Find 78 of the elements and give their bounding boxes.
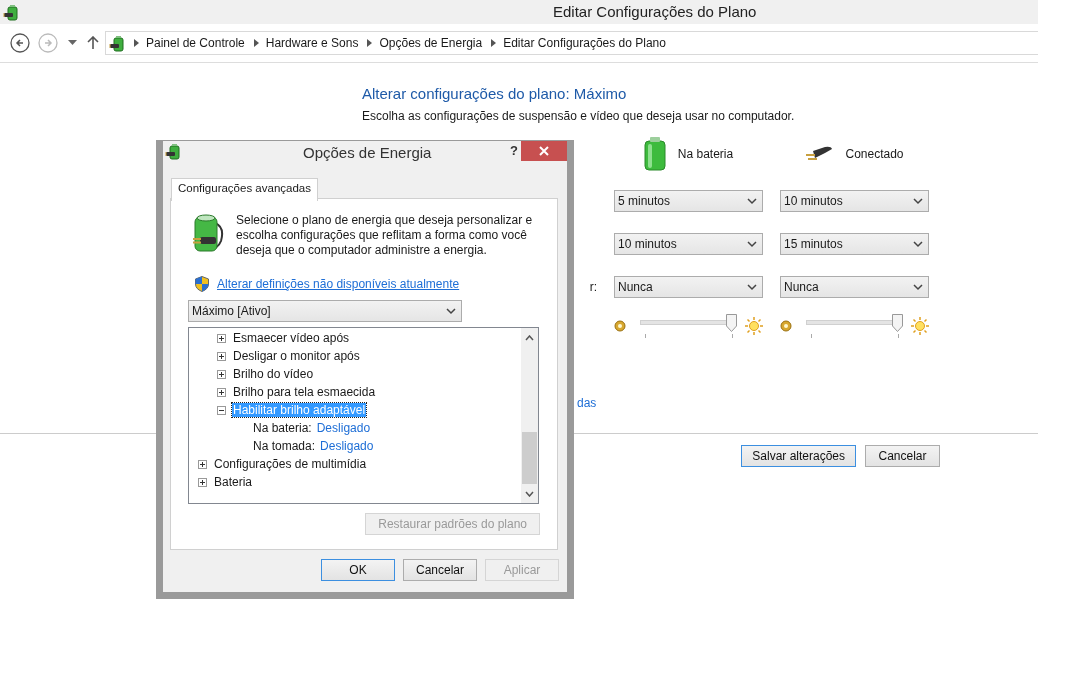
expand-icon[interactable] [217,369,226,379]
slider-thumb[interactable] [892,314,903,332]
advanced-settings-link[interactable]: das [577,396,597,410]
button[interactable]: Cancelar [865,445,940,467]
back-button-icon[interactable] [10,33,30,53]
slider-thumb[interactable] [726,314,737,332]
button[interactable]: OK [321,559,395,581]
power-plan-icon [165,143,181,160]
plan-dropdown[interactable]: Máximo [Ativo] [188,300,462,322]
chevron-down-icon [913,283,923,291]
caret-icon[interactable] [68,40,77,46]
tree-item[interactable]: Desligar o monitor após [232,349,361,363]
power-plan-icon [3,3,19,21]
chevron-down-icon [913,240,923,248]
column-label: Conectado [845,147,904,161]
breadcrumb-item[interactable]: Opções de Energia [379,36,483,50]
column-label: Na bateria [677,147,734,161]
button[interactable]: Cancelar [403,559,477,581]
chevron-icon [253,39,259,47]
breadcrumb-item[interactable]: Painel de Controle [146,36,245,50]
scroll-down-icon[interactable] [525,491,534,497]
tree-item[interactable]: Brilho do vídeo [232,367,315,381]
page-subtitle: Escolha as configurações de suspensão e vídeo que deseja usar no computador. [362,109,796,123]
expand-icon[interactable] [198,459,207,469]
battery-plug-icon [191,213,225,255]
battery-icon [643,137,666,171]
scrollbar-thumb[interactable] [522,432,537,484]
dim-brightness-icon [614,320,626,332]
expand-icon[interactable] [198,477,207,487]
row-label: r: [589,280,597,294]
button[interactable]: Salvar alterações [741,445,856,467]
dropdown[interactable]: 10 minutos [614,233,763,255]
scrollbar[interactable] [521,328,538,503]
chevron-icon [491,39,497,47]
chevron-down-icon [747,240,757,248]
dialog-title: Opções de Energia [303,144,432,161]
help-button[interactable]: ? [506,141,522,159]
chevron-down-icon [446,307,456,315]
tree-item[interactable]: Esmaecer vídeo após [232,331,351,345]
shield-icon [195,276,209,292]
breadcrumb-item[interactable]: Hardware e Sons [265,36,359,50]
setting-value[interactable]: Desligado [316,421,371,435]
setting-label: Na tomada: [253,439,316,453]
tree-item[interactable]: Brilho para tela esmaecida [232,385,377,399]
dropdown[interactable]: Nunca [614,276,763,298]
dim-brightness-icon [780,320,792,332]
tab[interactable]: Configurações avançadas [171,178,318,201]
chevron-down-icon [913,197,923,205]
up-arrow-icon[interactable] [87,36,99,50]
address-bar[interactable]: Painel de Controle Hardware e Sons Opções de Energia Editar Configurações do Plano [105,31,1038,55]
bright-brightness-icon [911,317,929,335]
tree-item[interactable]: Bateria [213,475,254,489]
change-settings-link[interactable]: Alterar definições não disponíveis atualmente [217,277,460,291]
scroll-up-icon[interactable] [525,335,534,341]
power-plan-icon [109,34,125,52]
setting-value[interactable]: Desligado [320,439,374,453]
plug-icon [805,145,834,163]
close-icon [539,146,549,156]
window-title: Editar Configurações do Plano [553,3,757,20]
dropdown[interactable]: 15 minutos [780,233,929,255]
chevron-icon [134,39,139,47]
dropdown[interactable]: Nunca [780,276,929,298]
page-heading: Alterar configurações do plano: Máximo [362,85,628,104]
chevron-icon [367,39,373,47]
setting-label: Na bateria: [253,421,312,435]
close-button[interactable] [521,141,567,161]
chevron-down-icon [747,197,757,205]
expand-icon[interactable] [217,387,226,397]
expand-icon[interactable] [217,351,226,361]
collapse-icon[interactable] [217,405,226,415]
tree-item[interactable]: Configurações de multimídia [213,457,368,471]
dropdown[interactable]: 5 minutos [614,190,763,212]
bright-brightness-icon [745,317,763,335]
breadcrumb-item[interactable]: Editar Configurações do Plano [503,36,666,50]
dropdown[interactable]: 10 minutos [780,190,929,212]
expand-icon[interactable] [217,333,226,343]
description-text: Selecione o plano de energia que deseja personalizar e escolha configurações que reflitam a forma como você deseja que o computador administre a energia. [236,213,534,258]
chevron-down-icon [747,283,757,291]
